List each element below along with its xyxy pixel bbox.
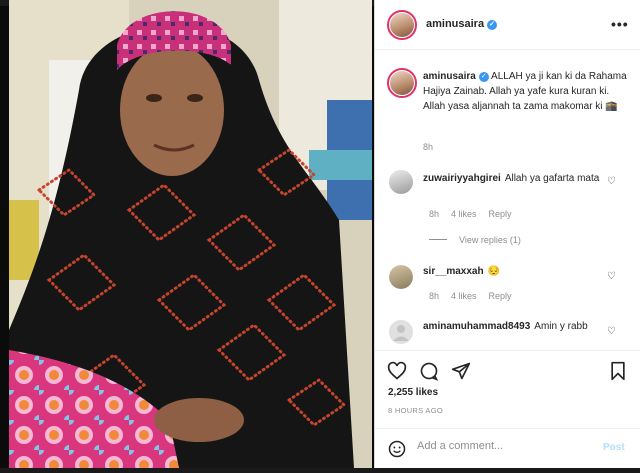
comments-list: aminusaira ✓ ALLAH ya ji kan ki da Rahama… [375, 50, 640, 350]
post-panel: aminusaira ✓ ••• aminusaira ✓ ALLAH ya ji … [374, 0, 640, 468]
comment-username[interactable]: zuwairiyyahgirei [423, 173, 501, 184]
author-avatar[interactable] [387, 10, 417, 40]
view-replies-button[interactable]: View replies (1) [429, 235, 521, 245]
caption-avatar[interactable] [387, 68, 417, 98]
reply-button[interactable]: Reply [489, 209, 512, 219]
default-user-icon [389, 320, 413, 344]
post-photo[interactable] [9, 0, 372, 468]
view-replies-label: View replies (1) [459, 235, 521, 245]
emoji-icon[interactable] [388, 440, 406, 458]
comment-text: Allah ya gafarta mata [504, 173, 600, 184]
post-header: aminusaira ✓ ••• [375, 0, 640, 50]
heart-icon[interactable] [387, 361, 407, 381]
likes-count[interactable]: 2,255 likes [388, 387, 438, 398]
reply-button[interactable]: Reply [489, 291, 512, 301]
comment-like-heart-icon[interactable]: ♡ [607, 271, 617, 282]
comment-like-heart-icon[interactable]: ♡ [607, 176, 617, 187]
comment-text: Amin y rabb [534, 321, 588, 332]
window-frame-bottom [0, 468, 640, 473]
caption-time: 8h [423, 142, 434, 152]
comment-meta: 8h 4 likes Reply [429, 291, 524, 301]
commenter-avatar[interactable] [389, 170, 413, 194]
comment-username[interactable]: sir__maxxah [423, 266, 484, 277]
posted-time: 8 HOURS AGO [388, 406, 443, 415]
list-item: sir__maxxah 😔 [423, 264, 613, 279]
commenter-avatar[interactable] [389, 320, 413, 344]
divider [429, 239, 447, 240]
commenter-avatar[interactable] [389, 265, 413, 289]
comment-meta: 8h 4 likes Reply [429, 209, 524, 219]
comment-username[interactable]: aminamuhammad8493 [423, 321, 530, 332]
comment-likes[interactable]: 4 likes [451, 291, 477, 301]
comment-text: 😔 [487, 266, 501, 277]
post-photo-illustration [9, 0, 372, 468]
comment-likes[interactable]: 4 likes [451, 209, 477, 219]
comment-icon[interactable] [419, 361, 439, 381]
bookmark-icon[interactable] [609, 361, 627, 381]
caption-username[interactable]: aminusaira [423, 71, 476, 82]
add-comment-bar: Post [375, 428, 640, 468]
post-button[interactable]: Post [603, 442, 625, 453]
comment-input[interactable] [417, 440, 597, 452]
list-item: aminamuhammad8493 Amin y rabb [423, 319, 613, 334]
caption: aminusaira ✓ ALLAH ya ji kan ki da Rahama… [423, 69, 631, 114]
more-options-button[interactable]: ••• [611, 16, 629, 32]
verified-badge-icon: ✓ [478, 72, 489, 82]
author-username[interactable]: aminusaira ✓ [426, 18, 498, 30]
comment-time: 8h [429, 209, 440, 219]
share-icon[interactable] [451, 361, 471, 381]
comment-time: 8h [429, 291, 440, 301]
list-item: zuwairiyyahgirei Allah ya gafarta mata [423, 171, 613, 186]
comment-like-heart-icon[interactable]: ♡ [607, 326, 617, 337]
post-actions-bar [375, 350, 640, 390]
verified-badge-icon: ✓ [487, 20, 498, 30]
